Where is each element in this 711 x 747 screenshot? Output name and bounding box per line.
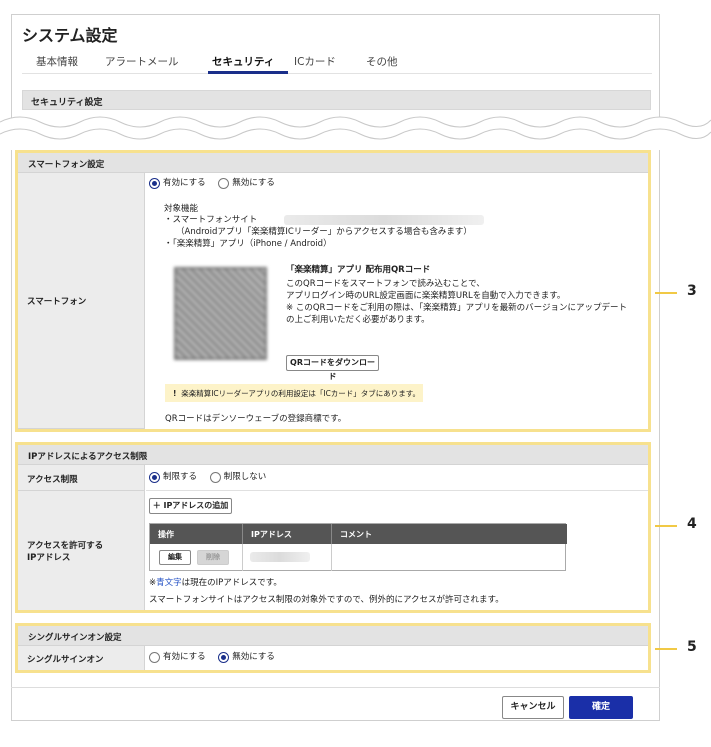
restrict-label: 制限する — [163, 472, 198, 482]
smartphone-enable-label: 有効にする — [163, 178, 206, 188]
ip-restriction-block: IPアドレスによるアクセス制限 アクセス制限 制限する 制限しない アクセスを許… — [15, 442, 651, 613]
smartphone-settings-title: スマートフォン設定 — [28, 160, 105, 170]
current-ip-note: ※青文字は現在のIPアドレスです。 — [149, 578, 282, 588]
confirm-button[interactable]: 確定 — [569, 696, 633, 719]
callout-4: 4 — [687, 516, 697, 532]
callout-line-4 — [655, 525, 677, 527]
ic-reader-notice: ! 楽楽精算ICリーダーアプリの利用設定は「ICカード」タブにあります。 — [165, 384, 423, 402]
footer-divider — [11, 687, 660, 688]
tab-alert-mail[interactable]: アラートメール — [105, 54, 179, 69]
col-ip-address: IPアドレス — [242, 524, 331, 544]
allowed-ip-label-2: IPアドレス — [27, 553, 71, 563]
delete-button: 削除 — [197, 550, 229, 565]
security-settings-title: セキュリティ設定 — [31, 98, 103, 108]
feature-app: ・「楽楽精算」アプリ（iPhone / Android） — [164, 239, 332, 249]
sso-block: シングルサインオン設定 シングルサインオン 有効にする 無効にする — [15, 623, 651, 673]
callout-3: 3 — [687, 283, 697, 299]
smartphone-disable-label: 無効にする — [232, 178, 275, 188]
qr-desc-3: ※ このQRコードをご利用の際は、「楽楽精算」アプリを最新のバージョンにアップデ… — [286, 303, 628, 313]
qr-download-button[interactable]: QRコードをダウンロード — [286, 355, 379, 381]
cancel-button[interactable]: キャンセル — [502, 696, 564, 719]
redacted-ip — [250, 552, 310, 562]
ip-restriction-header: IPアドレスによるアクセス制限 — [18, 445, 648, 465]
smartphone-label-cell: スマートフォン — [18, 173, 145, 429]
no-restrict-radio[interactable] — [209, 471, 221, 483]
page-title: システム設定 — [22, 26, 118, 45]
callout-5: 5 — [687, 639, 697, 655]
sso-enable-label: 有効にする — [163, 652, 206, 662]
redacted-url — [284, 215, 484, 225]
qr-title: 「楽楽精算」アプリ 配布用QRコード — [286, 265, 431, 275]
ip-restriction-title: IPアドレスによるアクセス制限 — [28, 452, 148, 462]
exempt-note: スマートフォンサイトはアクセス制限の対象外ですので、例外的にアクセスが許可されま… — [149, 595, 504, 605]
qr-trademark-note: QRコードはデンソーウェーブの登録商標です。 — [165, 414, 347, 424]
qr-code-image — [174, 267, 267, 360]
allowed-ip-label-cell: アクセスを許可する IPアドレス — [18, 491, 145, 610]
access-restriction-label-cell: アクセス制限 — [18, 465, 145, 491]
sso-enable-radio[interactable] — [149, 651, 160, 663]
add-ip-button[interactable]: ＋ IPアドレスの追加 — [149, 498, 232, 514]
sso-disable-label: 無効にする — [232, 652, 275, 662]
sso-label: シングルサインオン — [27, 655, 104, 665]
allowed-ip-label-1: アクセスを許可する — [27, 541, 104, 551]
smartphone-label: スマートフォン — [27, 297, 87, 307]
tab-other[interactable]: その他 — [366, 54, 398, 69]
feature-smartphone-site-note: （Androidアプリ「楽楽精算ICリーダー」からアクセスする場合も含みます） — [176, 227, 472, 237]
access-restriction-cell: 制限する 制限しない — [146, 465, 648, 491]
qr-desc-4: の上ご利用いただく必要があります。 — [286, 315, 430, 325]
feature-smartphone-site: ・スマートフォンサイト — [164, 215, 258, 225]
edit-button[interactable]: 編集 — [159, 550, 191, 565]
sso-title: シングルサインオン設定 — [28, 633, 122, 643]
tab-ic-card[interactable]: ICカード — [294, 54, 336, 69]
tab-basic-info[interactable]: 基本情報 — [36, 54, 78, 69]
sso-header: シングルサインオン設定 — [18, 626, 648, 646]
sso-cell: 有効にする 無効にする — [146, 646, 648, 670]
col-comment: コメント — [331, 524, 567, 544]
torn-edge-divider — [0, 116, 711, 150]
blue-text-link: 青文字 — [156, 578, 182, 588]
sso-label-cell: シングルサインオン — [18, 646, 145, 670]
sso-disable-radio[interactable] — [218, 651, 230, 663]
qr-desc-1: このQRコードをスマートフォンで読み込むことで、 — [286, 279, 485, 289]
access-restriction-label: アクセス制限 — [27, 475, 78, 485]
smartphone-disable-radio[interactable] — [218, 177, 230, 189]
restrict-radio[interactable] — [149, 471, 160, 483]
ip-table: 操作 IPアドレス コメント 編集 削除 — [149, 523, 567, 571]
notice-text: 楽楽精算ICリーダーアプリの利用設定は「ICカード」タブにあります。 — [181, 389, 421, 398]
col-operation: 操作 — [150, 524, 242, 544]
callout-line-5 — [655, 648, 677, 650]
active-tab-indicator — [208, 71, 288, 74]
notice-warning-icon: ! — [173, 389, 177, 398]
tab-bar: 基本情報 アラートメール セキュリティ ICカード その他 — [22, 52, 652, 74]
tab-security[interactable]: セキュリティ — [212, 54, 274, 69]
smartphone-settings-block: スマートフォン設定 スマートフォン 有効にする 無効にする 対象機能 ・スマート… — [15, 150, 651, 432]
qr-desc-2: アプリログイン時のURL設定画面に楽楽精算URLを自動で入力できます。 — [286, 291, 566, 301]
no-restrict-label: 制限しない — [223, 472, 267, 482]
callout-line-3 — [655, 292, 677, 294]
smartphone-enable-radio[interactable] — [149, 177, 160, 189]
smartphone-settings-header: スマートフォン設定 — [18, 153, 648, 173]
security-settings-header: セキュリティ設定 — [22, 90, 651, 110]
